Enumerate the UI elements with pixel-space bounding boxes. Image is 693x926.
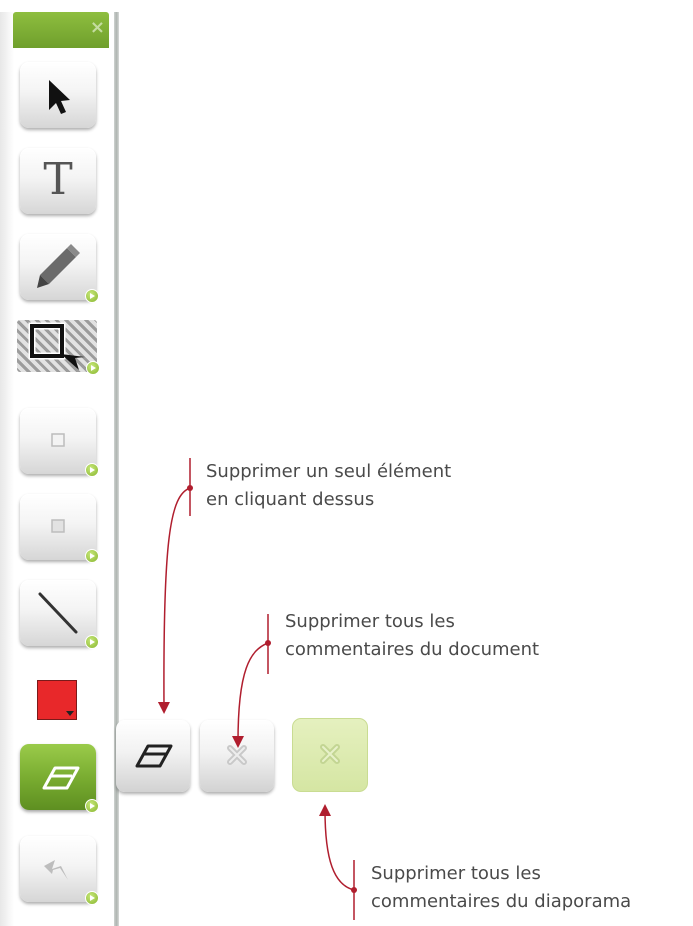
callout-erase-document: Supprimer tous les commentaires du docum… [285,608,539,664]
callout-text: Supprimer tous les [371,863,541,884]
callout-text: commentaires du document [285,639,540,660]
callout-text: en cliquant dessus [206,489,375,510]
callout-erase-single: Supprimer un seul élément en cliquant de… [206,458,451,514]
callout-text: Supprimer un seul élément [206,461,452,482]
callout-text: Supprimer tous les [285,611,455,632]
callout-text: commentaires du diaporama [371,891,632,912]
callout-erase-slideshow: Supprimer tous les commentaires du diapo… [371,860,631,916]
